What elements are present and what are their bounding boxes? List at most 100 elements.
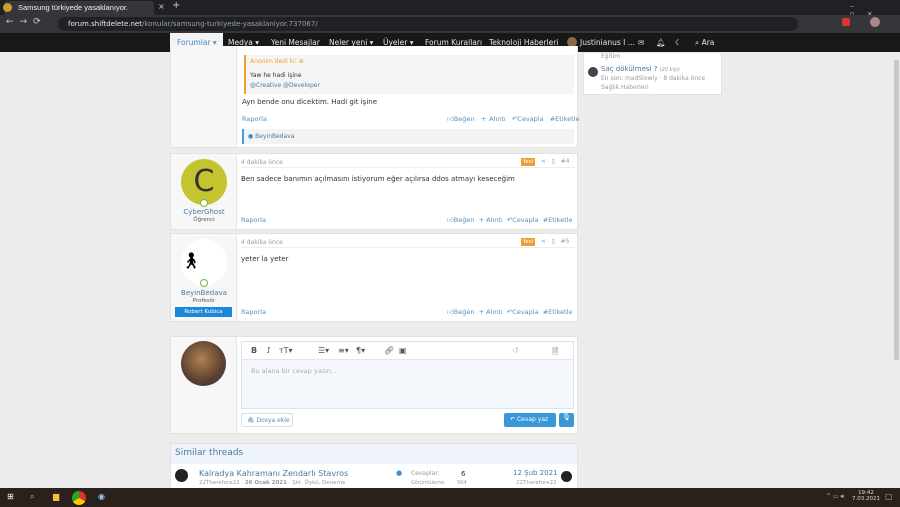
chrome-icon[interactable] [72,491,86,505]
post-body: yeter la yeter [241,255,289,263]
like-button[interactable]: 👍︎Beğen [447,216,475,224]
scrollbar[interactable] [894,60,899,360]
editor: B I ᴛT▾ ☰▾ ≡▾ ¶▾ 🔗︎ ▣ ↺ 🗎︎ Bu alana bir … [241,341,574,409]
search-icon[interactable]: ⌕ [30,492,34,502]
new-tab-icon[interactable]: + [172,0,180,11]
italic-icon[interactable]: I [267,346,270,355]
extension-icon[interactable] [842,18,850,26]
post-actions: 👍︎Beğen + Alıntı ↶Cevapla #Etiketle [447,308,573,316]
post-3: Anonim dedi ki: ⊕ Yaw he hadi işine @Cre… [170,46,580,148]
list-icon[interactable]: ☰▾ [318,346,329,355]
browser-tab[interactable]: Samsung türkiyede yasaklanıyor. [4,1,154,15]
online-icon [200,199,208,207]
user-panel [171,337,237,433]
url-input[interactable]: forum.shiftdelete.net/konular/samsung-tu… [58,17,798,31]
bookmark-icon[interactable]: ▯ [552,238,555,245]
like-button[interactable]: 👍︎Beğen [447,308,475,316]
tag-button[interactable]: #Etiketle [550,115,580,123]
post-actions: 👍︎Beğen + Alıntı ↶Cevapla #Etiketle [447,216,573,224]
quote-mentions[interactable]: @Creative @Developer [250,82,320,89]
report-link[interactable]: Raporla [241,308,266,316]
user-panel [171,46,237,147]
bell-icon[interactable]: 🔔︎ [656,38,666,47]
reply-box: B I ᴛT▾ ☰▾ ≡▾ ¶▾ 🔗︎ ▣ ↺ 🗎︎ Bu alana bir … [170,336,578,434]
user-panel: 🚶︎ BeyinBedava Profesör Robert Kubica [171,234,237,321]
similar-heading: Similar threads [171,444,577,464]
reply-input[interactable]: Bu alana bir cevap yazın... [251,367,337,375]
tray-icons[interactable]: ^ ▭ 🔊︎ [826,493,844,501]
last-user-avatar [561,471,572,482]
sidebar-last-post: En son: madSlowly · 8 dakika önce [601,75,706,82]
nav-user[interactable]: Justinianus I ... [580,38,635,47]
clock[interactable]: 19:42 7.03.2021 [852,490,880,502]
sidebar-avatar [588,67,598,77]
align-icon[interactable]: ≡▾ [338,346,349,355]
quote-author[interactable]: Anonim dedi ki: ⊕ [250,58,304,65]
new-badge: Yeni [521,158,536,166]
post-number[interactable]: #5 [561,238,570,245]
username[interactable]: CyberGhost [171,208,237,216]
tag-button[interactable]: #Etiketle [543,308,573,316]
steam-icon[interactable]: ◉ [98,492,105,501]
username[interactable]: BeyinBedava [171,289,237,297]
user-title: Profesör [192,298,216,304]
share-icon[interactable]: ⋖ [541,238,546,245]
sidebar-latest: Eğitim Saç dökülmesi ? (20 kişi) En son:… [583,52,722,95]
post-body: Ayn bende onu dicektim. Hadi git işine [242,98,378,106]
windows-start-icon[interactable]: ⊞ [7,492,14,501]
like-button[interactable]: 👍︎Beğen [447,115,475,123]
user-banner: Robert Kubica [175,307,232,317]
reply-button[interactable]: ↶Cevapla [507,308,539,316]
reaction-user[interactable]: BeyinBedava [255,133,294,140]
sidebar-category: Eğitim [601,53,621,60]
reactions-bar: ● BeyinBedava [242,129,574,144]
post-time[interactable]: 4 dakika önce [241,239,283,246]
profile-avatar[interactable] [870,17,880,27]
envelope-icon[interactable]: ✉ [638,38,644,47]
sidebar-thread-link[interactable]: Saç dökülmesi ? [601,65,657,73]
moon-icon[interactable]: ☾ [675,38,682,47]
post-time[interactable]: 4 dakika önce [241,159,283,166]
bookmark-icon[interactable]: ▯ [552,158,555,165]
post-4: C CyberGhost Öğrenci 4 dakika önce Yeni … [170,153,578,230]
paragraph-icon[interactable]: ¶▾ [356,346,365,355]
thread-avatar [175,469,188,482]
undo-icon[interactable]: ↺ [512,346,519,355]
attach-file-button[interactable]: 🖇︎ Dosya ekle [241,413,293,427]
tag-button[interactable]: #Etiketle [543,216,573,224]
watch-icon: ● [396,469,403,477]
new-badge: Yeni [521,238,536,246]
address-bar-row: ←→⟳ forum.shiftdelete.net/konular/samsun… [0,15,900,33]
quote-button[interactable]: + Alıntı [479,308,503,316]
report-link[interactable]: Raporla [241,216,266,224]
notifications-icon[interactable]: ▢ [885,492,893,501]
taskbar: ⊞ ⌕ ▆ ◉ ^ ▭ 🔊︎ 19:42 7.03.2021 ▢ [0,488,900,507]
quote-block: Anonim dedi ki: ⊕ Yaw he hadi işine @Cre… [244,55,574,94]
post-body: Ben sadece banımın açılmasını istiyorum … [241,175,515,183]
reply-button[interactable]: ↶Cevapla [512,115,544,123]
search-nav[interactable]: ⌕ Ara [695,38,714,48]
submit-reply-button[interactable]: ↶ Cevap yaz [504,413,556,427]
image-icon[interactable]: ▣ [399,346,407,355]
post-number[interactable]: #4 [561,158,570,165]
link-icon[interactable]: 🔗︎ [384,346,394,355]
bold-icon[interactable]: B [251,346,257,355]
share-icon[interactable]: ⋖ [541,158,546,165]
user-panel: C CyberGhost Öğrenci [171,154,237,229]
close-tab-icon[interactable]: × [158,2,165,11]
quote-button[interactable]: + Alıntı [479,216,503,224]
file-explorer-icon[interactable]: ▆ [53,492,59,501]
post-5: 🚶︎ BeyinBedava Profesör Robert Kubica 4 … [170,233,578,322]
mic-off-icon[interactable]: 🎙︎ [559,413,574,427]
text-size-icon[interactable]: ᴛT▾ [279,346,293,355]
preview-icon[interactable]: 🗎︎ [552,346,558,360]
similar-thread-title[interactable]: Kalradya Kahramanı Zendarlı Stavros [199,469,348,478]
reply-button[interactable]: ↶Cevapla [507,216,539,224]
tab-title: Samsung türkiyede yasaklanıyor. [18,3,129,12]
similar-threads: Similar threads Kalradya Kahramanı Zenda… [170,443,578,493]
quote-button[interactable]: + Alıntı [481,115,506,123]
nav-buttons-icon[interactable]: ←→⟳ [6,17,47,27]
my-avatar [181,341,226,386]
report-link[interactable]: Raporla [242,115,267,123]
like-reaction-icon: ● [248,133,254,140]
